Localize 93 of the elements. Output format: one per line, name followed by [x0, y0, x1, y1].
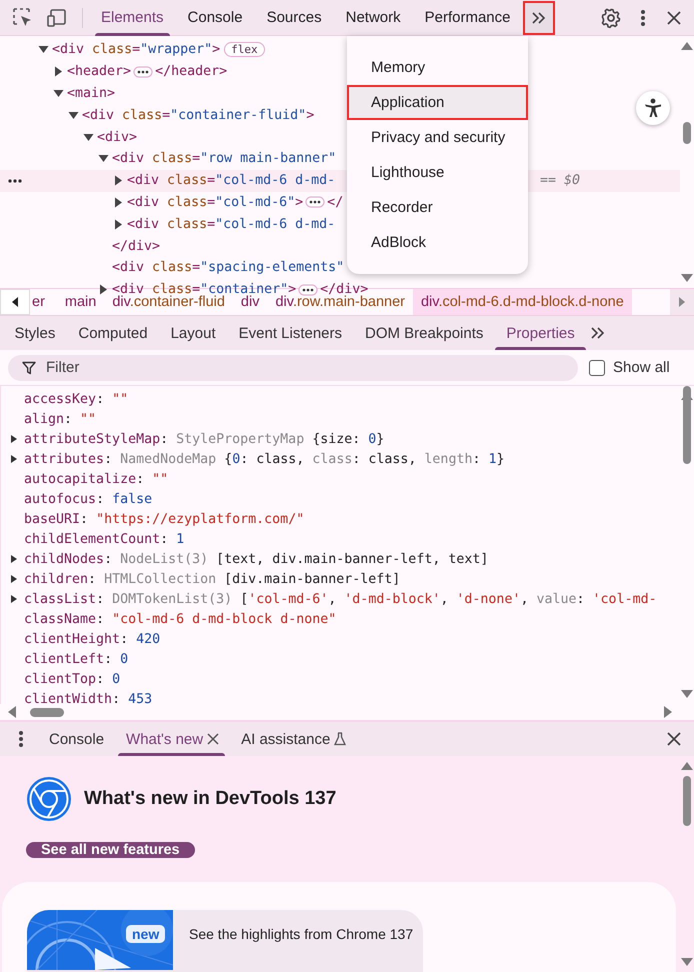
close-icon[interactable] [666, 731, 682, 747]
panel-tab[interactable]: Network [334, 0, 413, 36]
property-text: className: "col-md-6 d-md-block d-none" [24, 612, 336, 626]
show-all-checkbox[interactable] [589, 360, 605, 376]
expand-arrow-icon[interactable] [113, 218, 124, 230]
sidebar-tab[interactable]: Computed [66, 316, 160, 350]
html-tag-text: <div class="col-md-6"> [127, 194, 304, 210]
collapse-arrow-icon[interactable] [68, 110, 79, 121]
panel-heading: What's new in DevTools 137 [84, 788, 336, 810]
selected-node-marker: == $0 [540, 173, 580, 188]
property-text: baseURI: "https://ezyplatform.com/" [24, 512, 304, 526]
sidebar-tab[interactable]: DOM Breakpoints [354, 316, 495, 350]
ellipsis-icon[interactable] [8, 178, 22, 183]
panel-tab[interactable]: Elements [89, 0, 176, 36]
more-tabs-button[interactable] [522, 0, 554, 34]
flask-icon [334, 732, 346, 746]
panel-tab[interactable]: Console [176, 0, 255, 36]
collapsed-content-icon[interactable] [298, 284, 318, 296]
property-text: classList: DOMTokenList(3) ['col-md-6', 'd-md-block', 'd-none', value: 'col-md- [24, 592, 657, 606]
collapse-arrow-icon[interactable] [83, 132, 94, 143]
menu-item[interactable]: Recorder [347, 190, 528, 225]
html-tag-text: <div class="row main-banner" [112, 151, 336, 166]
filter-icon [22, 360, 36, 374]
left-arrow-icon [11, 297, 19, 307]
drawer-tab[interactable]: Console [41, 722, 110, 756]
see-features-button[interactable]: See all new features [26, 842, 195, 858]
html-tag-text: <header> [67, 64, 132, 80]
menu-item[interactable]: Privacy and security [347, 120, 528, 155]
property-text: childElementCount: 1 [24, 532, 184, 546]
collapsed-content-icon[interactable] [133, 66, 154, 78]
menu-item[interactable]: Lighthouse [347, 155, 528, 190]
property-text: autofocus: false [24, 492, 152, 506]
right-arrow-icon [678, 297, 686, 307]
expand-arrow-icon[interactable] [113, 175, 124, 186]
device-icon[interactable] [46, 6, 68, 28]
more-options-icon[interactable] [18, 730, 24, 748]
sidebar-tab[interactable]: Styles [3, 316, 67, 350]
person-icon [644, 98, 662, 118]
property-text: attributeStyleMap: StylePropertyMap {size: 0} [24, 432, 384, 446]
panel-tab[interactable]: Performance [412, 0, 522, 36]
panel-tab[interactable]: Sources [254, 0, 334, 36]
highlight-text: See the highlights from Chrome 137 [189, 926, 414, 944]
checkbox-label: Show all [613, 359, 670, 376]
close-icon[interactable] [207, 733, 220, 745]
html-tag-text: </header> [155, 64, 228, 80]
html-tag-text: </div> [112, 238, 160, 254]
html-tag-text: </ [327, 194, 344, 210]
property-text: clientWidth: 453 [24, 692, 152, 704]
expand-arrow-icon[interactable] [98, 284, 109, 296]
property-text: attributes: NamedNodeMap {0: class, class: class, length: 1} [24, 452, 505, 466]
collapse-arrow-icon[interactable] [98, 153, 109, 164]
drawer-tab[interactable]: What's new [118, 722, 226, 756]
collapsed-content-icon[interactable] [305, 196, 326, 208]
breadcrumb[interactable]: er [30, 289, 57, 315]
ring-logo-icon [26, 776, 72, 822]
scroll-left-button[interactable] [0, 289, 30, 315]
property-text: clientHeight: 420 [24, 632, 160, 646]
property-text: autocapitalize: "" [24, 472, 168, 486]
sidebar-tab[interactable]: Event Listeners [227, 316, 354, 350]
html-tag-text: <div class="container-fluid"> [82, 108, 314, 123]
breadcrumb[interactable]: div.col-md-6.d-md-block.d-none [412, 289, 632, 315]
highlight-item[interactable]: new See the highlights from Chrome 137 [27, 910, 423, 972]
sidebar-tab[interactable]: Layout [159, 316, 228, 350]
more-options-icon[interactable] [640, 8, 646, 26]
property-text: align: "" [24, 412, 96, 426]
html-tag-text: <div class="col-md-6 d-md- [127, 173, 336, 188]
property-text: clientLeft: 0 [24, 652, 128, 666]
menu-item[interactable]: AdBlock [347, 225, 528, 260]
breadcrumb[interactable]: main [56, 289, 104, 315]
scroll-right-button[interactable] [670, 289, 694, 315]
html-tag-text: <div> [97, 130, 138, 145]
property-text: clientTop: 0 [24, 672, 120, 686]
collapse-arrow-icon[interactable] [53, 88, 64, 99]
flex-badge[interactable]: flex [224, 42, 265, 58]
filter-field[interactable]: Filter [8, 354, 578, 380]
new-badge: new [126, 925, 166, 943]
property-text: accessKey: "" [24, 392, 128, 406]
drawer-tab[interactable]: AI assistance [233, 722, 352, 756]
menu-item[interactable]: Memory [347, 50, 528, 85]
html-tag-text: <div class="spacing-elements" [112, 260, 344, 276]
menu-item[interactable]: Application [347, 85, 528, 120]
close-icon[interactable] [666, 10, 682, 26]
accessibility-button[interactable] [636, 91, 670, 125]
settings-icon[interactable] [600, 6, 622, 28]
property-text: children: HTMLCollection [div.main-banner-left] [24, 572, 400, 586]
html-tag-text: <div class="wrapper"> [52, 42, 220, 58]
html-tag-text: <div class="col-md-6 d-md- [127, 216, 336, 232]
collapse-arrow-icon[interactable] [38, 44, 49, 56]
property-text: childNodes: NodeList(3) [text, div.main-banner-left, text] [24, 552, 488, 566]
expand-arrow-icon[interactable] [53, 66, 64, 78]
html-tag-text: <main> [67, 86, 116, 101]
expand-arrow-icon[interactable] [113, 196, 124, 208]
sidebar-tab[interactable]: Properties [494, 316, 586, 350]
